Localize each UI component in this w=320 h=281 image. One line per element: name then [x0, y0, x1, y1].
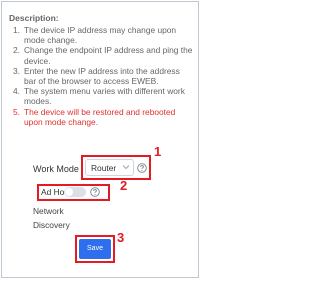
description-item: 1. The device IP address may change upon… — [13, 25, 193, 45]
save-button[interactable]: Save — [79, 239, 111, 259]
work-mode-label: Work Mode — [33, 164, 79, 174]
work-mode-select[interactable]: Router — [85, 159, 134, 176]
network-discovery-label-line1: Network — [33, 206, 64, 216]
annotation-marker-1: 1 — [154, 144, 162, 159]
description-item-text: Change the endpoint IP address and ping … — [24, 45, 193, 66]
toggle-knob — [65, 188, 73, 196]
ad-hoc-toggle[interactable] — [64, 187, 86, 197]
description-item-text: The device IP address may change upon mo… — [24, 25, 177, 46]
description-item-number: 5. — [13, 106, 20, 117]
description-item-number: 2. — [13, 45, 20, 56]
description-item: 4. The system menu varies with different… — [13, 86, 193, 106]
chevron-down-icon — [122, 165, 130, 170]
description-item: 3. Enter the new IP address into the add… — [13, 66, 193, 86]
description-item-number: 4. — [13, 86, 20, 97]
description-item: 2. Change the endpoint IP address and pi… — [13, 45, 193, 65]
description-item-number: 1. — [13, 25, 20, 35]
annotation-marker-3: 3 — [117, 230, 125, 245]
description-list: 1. The device IP address may change upon… — [13, 25, 193, 127]
description-title: Description: — [9, 13, 59, 23]
description-item-warning: 5. The device will be restored and reboo… — [13, 107, 193, 127]
network-discovery-label-line2: Discovery — [33, 220, 70, 230]
annotation-marker-2: 2 — [120, 178, 128, 193]
work-mode-value: Router — [91, 163, 117, 173]
description-item-text: The device will be restored and rebooted… — [24, 106, 176, 127]
description-item-text: The system menu varies with different wo… — [24, 86, 185, 107]
help-icon[interactable] — [90, 187, 100, 197]
help-icon[interactable] — [137, 163, 147, 173]
description-item-number: 3. — [13, 65, 20, 76]
description-item-text: Enter the new IP address into the addres… — [24, 65, 180, 87]
